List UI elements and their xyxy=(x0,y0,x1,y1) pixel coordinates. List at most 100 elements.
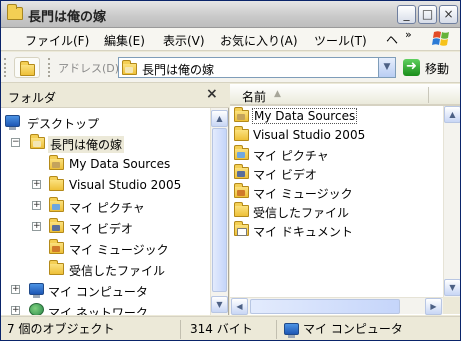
menu-view[interactable]: 表示(V) xyxy=(163,32,205,49)
toolbar-grip[interactable] xyxy=(48,58,51,77)
windows-logo-icon xyxy=(425,29,457,50)
folder-pane-header: フォルダ × xyxy=(1,84,229,108)
folder-icon xyxy=(7,4,23,20)
file-pane-vertical-scrollbar[interactable]: ▲ ▼ xyxy=(443,106,460,297)
tree-item-label: デスクトップ xyxy=(27,117,100,131)
folders-button[interactable] xyxy=(14,57,40,78)
expand-toggle[interactable]: + xyxy=(32,180,41,189)
video-folder-icon xyxy=(234,164,249,179)
desktop-icon xyxy=(5,115,20,130)
folder-pane-scrollbar[interactable]: ▲ ▼ xyxy=(210,108,228,315)
scroll-right-button[interactable]: ▶ xyxy=(425,298,442,315)
tree-item-label: 長門は俺の嫁 xyxy=(48,136,125,153)
file-list-pane: 名前 ▲ My Data Sources Visual Studio 2005 … xyxy=(230,84,460,315)
file-name: マイ ミュージック xyxy=(253,187,353,201)
collapse-toggle[interactable]: − xyxy=(11,138,20,147)
chevron-right-icon: ▶ xyxy=(430,302,437,311)
chevron-left-icon: ◀ xyxy=(236,302,243,311)
toolbar-grip[interactable] xyxy=(4,58,7,77)
window-title: 長門は俺の嫁 xyxy=(28,10,107,25)
column-divider[interactable] xyxy=(428,87,429,103)
menu-overflow-chevron[interactable]: » xyxy=(405,28,412,41)
expand-toggle[interactable]: + xyxy=(32,201,41,210)
maximize-button[interactable]: □ xyxy=(418,5,437,24)
chevron-down-icon: ▼ xyxy=(449,283,456,292)
folder-pane-title: フォルダ xyxy=(8,91,57,105)
tree-item-label: 受信したファイル xyxy=(69,264,166,278)
status-object-count: 7 個のオブジェクト xyxy=(7,322,115,336)
tree-item-label: マイ ピクチャ xyxy=(69,201,145,215)
menu-tools[interactable]: ツール(T) xyxy=(314,32,367,49)
expand-toggle[interactable]: + xyxy=(11,306,20,315)
title-bar[interactable]: 長門は俺の嫁 _ □ × xyxy=(1,1,460,28)
file-pane-horizontal-scrollbar[interactable]: ◀ ▶ xyxy=(230,297,443,315)
file-name: マイ ドキュメント xyxy=(253,225,353,239)
user-folder-icon xyxy=(122,60,137,75)
file-name: 受信したファイル xyxy=(253,206,350,220)
scrollbar-corner xyxy=(443,297,460,314)
close-icon: × xyxy=(443,7,454,21)
scroll-left-button[interactable]: ◀ xyxy=(231,298,248,315)
pictures-folder-icon xyxy=(49,197,64,212)
tree-item-label: My Data Sources xyxy=(69,157,171,171)
folder-icon xyxy=(234,202,249,217)
menu-bar: ファイル(F) 編集(E) 表示(V) お気に入り(A) ツール(T) ヘ » xyxy=(1,28,460,51)
minimize-icon: _ xyxy=(403,7,410,21)
data-sources-folder-icon xyxy=(49,155,64,170)
name-column-label: 名前 xyxy=(242,90,267,104)
menu-file[interactable]: ファイル(F) xyxy=(25,32,89,49)
status-size: 314 バイト xyxy=(190,322,253,336)
tree-item-label: マイ ビデオ xyxy=(69,222,133,236)
chevron-up-icon: ▲ xyxy=(216,114,223,123)
close-button[interactable]: × xyxy=(439,5,458,24)
menu-favorites[interactable]: お気に入り(A) xyxy=(220,32,298,49)
expand-toggle[interactable]: + xyxy=(32,222,41,231)
file-name: My Data Sources xyxy=(251,108,358,124)
tree-item-label: Visual Studio 2005 xyxy=(69,178,182,192)
scroll-down-button[interactable]: ▼ xyxy=(211,296,228,313)
address-value: 長門は俺の嫁 xyxy=(142,63,215,77)
folder-icon xyxy=(49,176,64,191)
file-name: マイ ピクチャ xyxy=(253,149,329,163)
user-folder-icon xyxy=(30,134,45,149)
folder-icon xyxy=(49,260,64,275)
scroll-thumb[interactable] xyxy=(250,299,400,314)
data-sources-folder-icon xyxy=(234,107,249,122)
documents-icon xyxy=(234,221,249,236)
folder-tree: デスクトップ − 長門は俺の嫁 My Data Sources + Visual… xyxy=(1,108,210,315)
tree-item-label: マイ ミュージック xyxy=(69,243,169,257)
menu-help[interactable]: ヘ xyxy=(386,31,398,48)
folder-icon xyxy=(20,61,35,76)
folder-pane: フォルダ × デスクトップ − 長門は俺の嫁 My Data Sources +… xyxy=(1,84,229,315)
sort-ascending-icon: ▲ xyxy=(274,89,281,99)
expand-toggle[interactable]: + xyxy=(11,285,20,294)
pictures-folder-icon xyxy=(234,145,249,160)
music-folder-icon xyxy=(49,239,64,254)
name-column-header[interactable]: 名前 ▲ xyxy=(230,84,460,106)
folder-icon xyxy=(234,126,249,141)
maximize-icon: □ xyxy=(421,7,434,21)
scroll-up-button[interactable]: ▲ xyxy=(211,110,228,127)
go-arrow-icon: ➜ xyxy=(403,59,420,76)
file-name: マイ ビデオ xyxy=(253,168,317,182)
address-dropdown-button[interactable]: ▼ xyxy=(378,58,395,77)
scroll-up-button[interactable]: ▲ xyxy=(444,106,460,123)
video-folder-icon xyxy=(49,218,64,233)
address-input[interactable]: 長門は俺の嫁 ▼ xyxy=(118,57,396,78)
go-button[interactable]: ➜ 移動 xyxy=(401,58,458,78)
close-pane-button[interactable]: × xyxy=(206,86,218,102)
scroll-down-button[interactable]: ▼ xyxy=(444,279,460,296)
file-name: Visual Studio 2005 xyxy=(253,128,366,142)
tree-item-label: マイ コンピュータ xyxy=(48,285,148,299)
menu-edit[interactable]: 編集(E) xyxy=(104,32,145,49)
status-size-cell: 314 バイト xyxy=(182,320,277,339)
go-label: 移動 xyxy=(425,62,450,76)
scroll-thumb[interactable] xyxy=(212,128,227,292)
computer-icon xyxy=(284,323,299,338)
status-location-cell: マイ コンピュータ xyxy=(278,320,458,339)
computer-icon xyxy=(29,283,44,298)
status-bar: 7 個のオブジェクト 314 バイト マイ コンピュータ xyxy=(1,316,460,340)
minimize-button[interactable]: _ xyxy=(397,5,416,24)
tree-item-label: マイ ネットワーク xyxy=(48,306,148,315)
status-objects-cell: 7 個のオブジェクト xyxy=(1,320,181,339)
